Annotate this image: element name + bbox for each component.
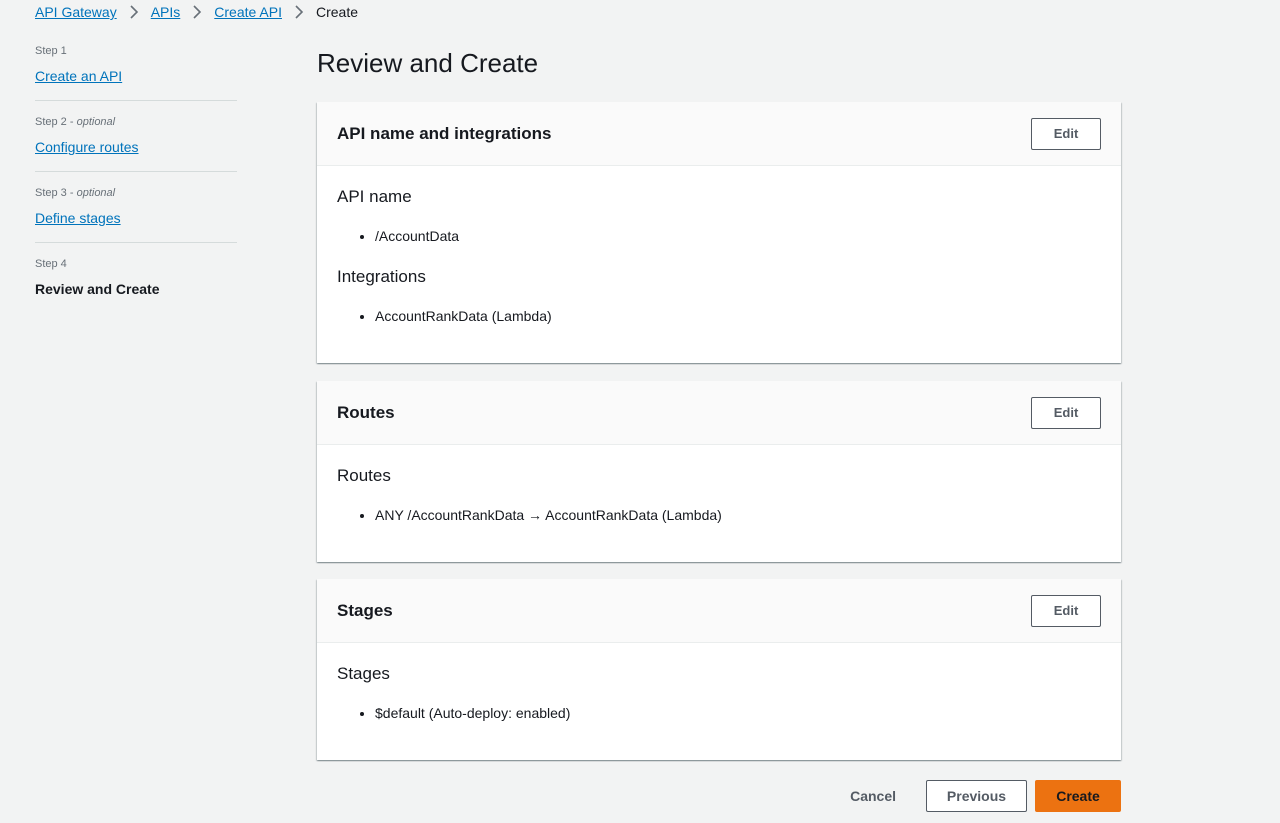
breadcrumb: API Gateway APIs Create API Create xyxy=(35,2,358,22)
create-button[interactable]: Create xyxy=(1035,780,1121,812)
edit-stages-button[interactable]: Edit xyxy=(1031,594,1101,627)
step-divider xyxy=(35,100,237,101)
api-name-integrations-card: API name and integrations Edit API name … xyxy=(317,102,1121,363)
routes-card: Routes Edit Routes ANY /AccountRankData … xyxy=(317,381,1121,562)
card-body: Stages $default (Auto-deploy: enabled) xyxy=(317,643,1121,723)
step-1-link[interactable]: Create an API xyxy=(35,66,122,86)
list-item: /AccountData xyxy=(375,226,1101,246)
api-name-list: /AccountData xyxy=(375,226,1101,246)
edit-api-button[interactable]: Edit xyxy=(1031,117,1101,150)
stages-card: Stages Edit Stages $default (Auto-deploy… xyxy=(317,579,1121,760)
list-item: $default (Auto-deploy: enabled) xyxy=(375,703,1101,723)
step-3-label: Step 3 - optional xyxy=(35,187,116,199)
breadcrumb-create-api[interactable]: Create API xyxy=(214,4,282,20)
breadcrumb-current: Create xyxy=(315,4,359,20)
list-item: ANY /AccountRankData → AccountRankData (… xyxy=(375,505,1101,525)
list-item: AccountRankData (Lambda) xyxy=(375,306,1101,326)
chevron-right-icon xyxy=(189,4,205,20)
stages-heading: Stages xyxy=(337,664,390,683)
step-1: Step 1 Create an API xyxy=(35,44,237,86)
card-header: API name and integrations Edit xyxy=(317,102,1121,166)
integrations-list: AccountRankData (Lambda) xyxy=(375,306,1101,326)
chevron-right-icon xyxy=(291,4,307,20)
step-4-label: Step 4 xyxy=(35,258,67,270)
previous-button[interactable]: Previous xyxy=(926,780,1027,812)
card-body: Routes ANY /AccountRankData → AccountRan… xyxy=(317,445,1121,525)
card-body: API name /AccountData Integrations Accou… xyxy=(317,166,1121,326)
page-title: Review and Create xyxy=(317,48,539,78)
routes-heading: Routes xyxy=(337,466,391,485)
step-1-label: Step 1 xyxy=(35,45,67,57)
cancel-button[interactable]: Cancel xyxy=(828,780,918,812)
wizard-actions: Cancel Previous Create xyxy=(0,780,1121,812)
routes-list: ANY /AccountRankData → AccountRankData (… xyxy=(375,505,1101,525)
step-divider xyxy=(35,242,237,243)
breadcrumb-apis[interactable]: APIs xyxy=(151,4,181,20)
step-divider xyxy=(35,171,237,172)
step-4: Step 4 Review and Create xyxy=(35,257,237,299)
step-3: Step 3 - optional Define stages xyxy=(35,186,237,228)
api-name-heading: API name xyxy=(337,187,412,206)
card-header: Stages Edit xyxy=(317,579,1121,643)
card-title: Stages xyxy=(337,600,393,620)
step-3-link[interactable]: Define stages xyxy=(35,208,121,228)
card-title: Routes xyxy=(337,402,395,422)
step-2: Step 2 - optional Configure routes xyxy=(35,115,237,157)
step-2-label: Step 2 - optional xyxy=(35,116,116,128)
chevron-right-icon xyxy=(126,4,142,20)
card-header: Routes Edit xyxy=(317,381,1121,445)
step-2-link[interactable]: Configure routes xyxy=(35,137,139,157)
breadcrumb-api-gateway[interactable]: API Gateway xyxy=(35,4,117,20)
stages-list: $default (Auto-deploy: enabled) xyxy=(375,703,1101,723)
step-4-current: Review and Create xyxy=(35,281,160,297)
card-title: API name and integrations xyxy=(337,123,552,143)
wizard-steps-navigation: Step 1 Create an API Step 2 - optional C… xyxy=(35,44,237,299)
integrations-heading: Integrations xyxy=(337,267,426,286)
edit-routes-button[interactable]: Edit xyxy=(1031,396,1101,429)
